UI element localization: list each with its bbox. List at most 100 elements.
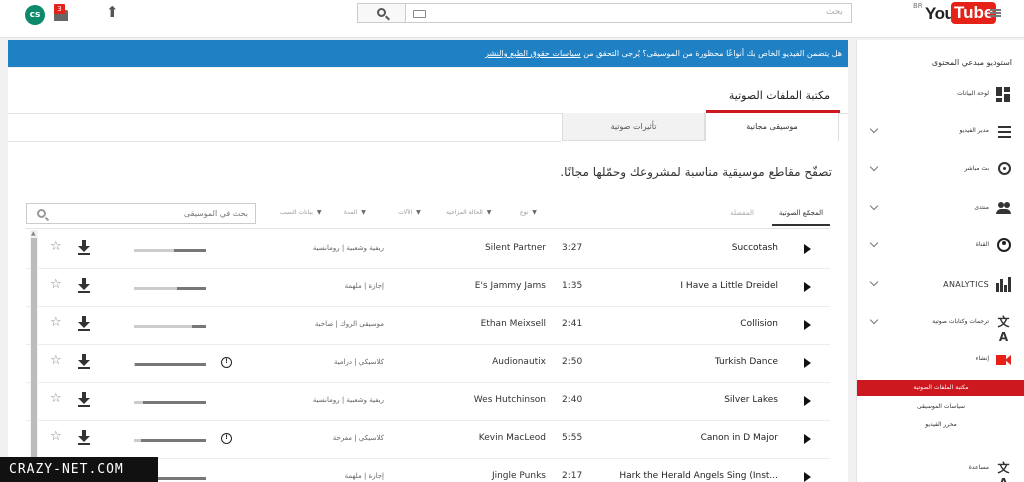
track-artist[interactable]: Jingle Punks [492, 471, 546, 481]
live-broadcast-icon [998, 162, 1011, 175]
tab-free-music[interactable]: موسيقى مجانية [705, 113, 839, 141]
sidebar-item-dashboard[interactable]: لوحة البيانات [857, 80, 1024, 110]
filter-mood[interactable]: ▼ الحالة المزاجية [446, 209, 491, 216]
upload-icon[interactable]: ⬆ [106, 4, 120, 20]
play-icon[interactable] [804, 434, 811, 444]
star-favorite-icon[interactable]: ☆ [50, 354, 62, 368]
download-icon[interactable] [78, 316, 90, 332]
sidebar-subitem-music-policies[interactable]: سياسات الموسيقى [857, 399, 1024, 415]
download-icon-part [78, 436, 90, 442]
track-duration: 2:50 [562, 357, 583, 367]
filter-label: نوع [520, 209, 529, 216]
download-icon-part [78, 360, 90, 366]
sidebar-item-community[interactable]: منتدى [857, 194, 1024, 224]
sidebar-item-analytics[interactable]: ANALYTICS [857, 270, 1024, 300]
filter-attribution[interactable]: ▼ بيانات النسب [280, 209, 321, 216]
music-search-input[interactable]: بحث في الموسيقى [26, 203, 256, 224]
track-row[interactable]: Silver Lakes 2:40 Wes Hutchinson ريفية وشعب… [26, 383, 830, 421]
sidebar-item-channel[interactable]: القناة [857, 231, 1024, 261]
music-search-placeholder: بحث في الموسيقى [183, 209, 248, 218]
download-icon[interactable] [78, 430, 90, 446]
keyboard-icon[interactable] [413, 10, 426, 18]
play-icon[interactable] [804, 244, 811, 254]
filter-duration[interactable]: ▼ المدة [344, 209, 366, 216]
star-favorite-icon[interactable]: ☆ [50, 430, 62, 444]
dashboard-icon [996, 87, 1011, 102]
chevron-down-icon: ▼ [361, 209, 366, 216]
chevron-down-icon: ▼ [532, 209, 537, 216]
play-icon[interactable] [804, 320, 811, 330]
tab-audio-library[interactable]: المجمّع الصوتية [772, 202, 830, 226]
track-row[interactable]: Collision 2:41 Ethan Meixsell موسيقى الروك … [26, 307, 830, 345]
track-artist[interactable]: E's Jammy Jams [475, 281, 546, 291]
sidebar-item-translations[interactable]: 文A ترجمات وكتابات صوتية [857, 308, 1024, 344]
sidebar-item-help[interactable]: 文A مساعدة [857, 454, 1024, 482]
top-bar: cs 3 ⬆ بحث BR You Tube [0, 0, 1024, 38]
search-placeholder: بحث [825, 7, 843, 17]
play-icon[interactable] [804, 472, 811, 482]
attribution-required-icon[interactable]: ! [221, 357, 232, 368]
star-favorite-icon[interactable]: ☆ [50, 316, 62, 330]
track-artist[interactable]: Ethan Meixsell [481, 319, 546, 329]
filter-instruments[interactable]: ▼ الآلات [398, 209, 421, 216]
star-favorite-icon[interactable]: ☆ [50, 278, 62, 292]
track-artist[interactable]: Audionautix [492, 357, 546, 367]
sidebar-item-label: بث مباشر [964, 165, 989, 172]
analytics-icon [996, 277, 1011, 292]
track-row[interactable]: I Have a Little Dreidel 1:35 E's Jammy Jam… [26, 269, 830, 307]
sidebar-subitem-video-editor[interactable]: محرر الفيديو [857, 417, 1024, 433]
account-avatar[interactable]: cs [25, 5, 45, 25]
track-artist[interactable]: Kevin MacLeod [479, 433, 546, 443]
track-duration: 2:17 [562, 471, 583, 481]
chevron-down-icon [869, 315, 879, 325]
chevron-down-icon: ▼ [416, 209, 421, 216]
sidebar-item-label: القناة [975, 241, 989, 248]
tab-favorites[interactable]: المفضلة [718, 202, 766, 226]
filter-label: بيانات النسب [280, 209, 313, 216]
popularity-bar [134, 363, 206, 366]
attribution-required-icon[interactable]: ! [221, 433, 232, 444]
sidebar-item-video-manager[interactable]: مدير الفيديو [857, 117, 1024, 147]
play-icon[interactable] [804, 358, 811, 368]
search-button[interactable] [357, 3, 406, 23]
download-icon-part [78, 246, 90, 252]
sidebar-item-create[interactable]: إنشاء [857, 345, 1024, 375]
studio-sidebar: استوديو مبدعي المحتوى لوحة البيانات مدير… [856, 40, 1024, 482]
track-artist[interactable]: Silent Partner [485, 243, 546, 253]
search-input[interactable]: بحث [405, 3, 852, 23]
track-row[interactable]: Succotash 3:27 Silent Partner ريفية وشعبية … [26, 231, 830, 269]
scroll-up-icon[interactable]: ▲ [31, 230, 36, 237]
download-icon[interactable] [78, 240, 90, 256]
filter-genre[interactable]: ▼ نوع [520, 209, 537, 216]
video-list-icon [998, 126, 1011, 138]
download-icon[interactable] [78, 278, 90, 294]
track-duration: 2:41 [562, 319, 583, 329]
track-title: Collision [740, 319, 778, 329]
sidebar-subitem-audio-library[interactable]: مكتبة الملفات الصوتية [857, 380, 1024, 396]
track-title: Hark the Herald Angels Sing (Inst... [619, 471, 778, 481]
notifications-bell-icon[interactable]: 3 [54, 4, 70, 22]
library-tabs: موسيقى مجانية تأثيرات صوتية [561, 113, 839, 141]
download-icon[interactable] [78, 354, 90, 370]
track-artist[interactable]: Wes Hutchinson [474, 395, 546, 405]
play-icon[interactable] [804, 396, 811, 406]
banner-text: هل يتضمن الفيديو الخاص بك أنواعًا محظورة… [485, 49, 842, 58]
filter-label: المدة [344, 209, 358, 216]
play-icon[interactable] [804, 282, 811, 292]
sidebar-item-label: لوحة البيانات [957, 90, 989, 97]
menu-icon[interactable] [990, 9, 1001, 17]
copyright-policy-link[interactable]: سياسات حقوق الطبع والنشر [485, 49, 581, 58]
track-genre: ريفية وشعبية | رومانسية [312, 244, 384, 252]
star-favorite-icon[interactable]: ☆ [50, 392, 62, 406]
tab-sound-effects[interactable]: تأثيرات صوتية [562, 113, 705, 141]
scrollbar-thumb[interactable] [31, 238, 37, 464]
star-favorite-icon[interactable]: ☆ [50, 240, 62, 254]
track-row[interactable]: Turkish Dance 2:50 Audionautix كلاسيكي | در… [26, 345, 830, 383]
filter-label: الآلات [398, 209, 413, 216]
download-icon[interactable] [78, 392, 90, 408]
track-row[interactable]: Canon in D Major 5:55 Kevin MacLeod كلاسيكي… [26, 421, 830, 459]
translate-icon: 文A [997, 461, 1010, 482]
sidebar-item-live[interactable]: بث مباشر [857, 155, 1024, 185]
track-duration: 1:35 [562, 281, 583, 291]
scrollbar[interactable]: ▲ [30, 230, 38, 482]
